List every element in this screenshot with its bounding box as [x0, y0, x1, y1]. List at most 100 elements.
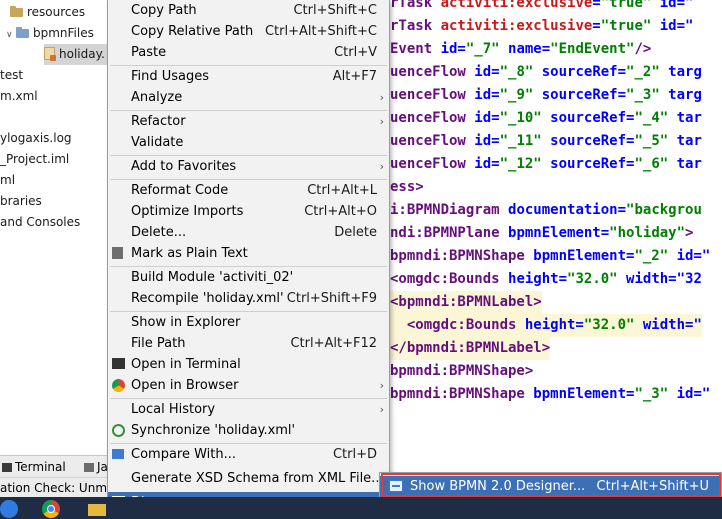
- menu-item-label: Show BPMN 2.0 Designer...: [410, 479, 586, 494]
- menu-item-compare-with[interactable]: Compare With... Ctrl+D: [108, 444, 389, 465]
- tree-item-label: braries: [0, 194, 42, 208]
- code-token: <omgdc:Bounds: [390, 271, 509, 287]
- menu-item-show-in-explorer[interactable]: Show in Explorer: [108, 312, 389, 333]
- menu-item-label: Optimize Imports: [131, 204, 244, 219]
- windows-taskbar: [0, 497, 722, 519]
- code-token: Event: [390, 41, 441, 57]
- code-token: "backgrou: [626, 202, 702, 218]
- menu-item-label: Analyze: [131, 90, 183, 105]
- menu-item-add-to-favorites[interactable]: Add to Favorites ›: [108, 156, 389, 177]
- menu-item-generate-xsd-schema-from-xml-file[interactable]: Generate XSD Schema from XML File...: [108, 468, 389, 489]
- menu-item-optimize-imports[interactable]: Optimize Imports Ctrl+Alt+O: [108, 201, 389, 222]
- context-menu: Copy Path Ctrl+Shift+C Copy Relative Path C…: [107, 0, 390, 512]
- menu-item-refactor[interactable]: Refactor ›: [108, 111, 389, 132]
- menu-item-label: Open in Terminal: [131, 357, 241, 372]
- code-token: />: [634, 41, 652, 57]
- tree-item[interactable]: _Project.iml: [0, 149, 108, 170]
- tree-item[interactable]: resources: [0, 2, 108, 23]
- menu-item-copy-path[interactable]: Copy Path Ctrl+Shift+C: [108, 0, 389, 21]
- folder-icon: [10, 6, 23, 17]
- menu-item-delete[interactable]: Delete... Delete: [108, 222, 389, 243]
- tree-item[interactable]: m.xml: [0, 86, 108, 107]
- code-token: >: [685, 225, 694, 241]
- tree-item[interactable]: holiday.: [44, 44, 108, 65]
- code-token: i:BPMNDiagram: [390, 202, 509, 218]
- menu-item-label: Open in Browser: [131, 378, 239, 393]
- code-token: targ: [659, 64, 702, 80]
- browser-icon: [112, 379, 125, 392]
- tree-item-label: and Consoles: [0, 215, 81, 229]
- menu-item-open-in-terminal[interactable]: Open in Terminal: [108, 354, 389, 375]
- code-token: bpmnElement=: [533, 248, 635, 264]
- menu-item-find-usages[interactable]: Find Usages Alt+F7: [108, 66, 389, 87]
- tree-item-label: holiday.: [59, 47, 105, 61]
- code-line: uenceFlow id="_10" sourceRef="_4" tar: [390, 107, 702, 130]
- sync-icon: [112, 424, 125, 437]
- tree-item[interactable]: and Consoles: [0, 212, 108, 233]
- code-token: uenceFlow: [390, 110, 475, 126]
- explorer-icon[interactable]: [88, 504, 106, 516]
- tab-terminal[interactable]: Terminal: [2, 456, 66, 478]
- code-token: "_8": [499, 64, 534, 80]
- code-token: "holiday": [609, 225, 686, 241]
- menu-item-label: Generate XSD Schema from XML File...: [131, 471, 384, 486]
- code-token: "_3": [626, 87, 660, 103]
- tree-item-label: ml: [0, 173, 16, 187]
- xml-file-icon: [44, 47, 56, 61]
- menu-item-mark-as-plain-text[interactable]: Mark as Plain Text: [108, 243, 389, 264]
- menu-item-reformat-code[interactable]: Reformat Code Ctrl+Alt+L: [108, 180, 389, 201]
- code-token: tar: [668, 156, 702, 172]
- menu-item-show-bpmn-designer[interactable]: Show BPMN 2.0 Designer... Ctrl+Alt+Shift+…: [380, 476, 721, 497]
- chrome-icon[interactable]: [42, 500, 60, 518]
- menu-item-file-path[interactable]: File Path Ctrl+Alt+F12: [108, 333, 389, 354]
- menu-item-validate[interactable]: Validate: [108, 132, 389, 153]
- code-token: "true": [600, 0, 652, 11]
- compare-icon: [112, 449, 124, 459]
- tree-item[interactable]: ml: [0, 170, 108, 191]
- code-token: tar: [668, 133, 702, 149]
- tree-item[interactable]: [0, 107, 108, 128]
- code-token: targ: [659, 87, 702, 103]
- tree-item-label: bpmnFiles: [33, 26, 94, 40]
- menu-item-shortcut: Ctrl+Shift+C: [293, 3, 377, 18]
- status-bar-text: ation Check: Unma: [0, 477, 108, 498]
- code-token: rTask: [390, 18, 441, 34]
- code-line: uenceFlow id="_12" sourceRef="_6" tar: [390, 153, 702, 176]
- menu-item-label: Build Module 'activiti_02': [131, 270, 294, 285]
- menu-item-build-module-activiti-02[interactable]: Build Module 'activiti_02': [108, 267, 389, 288]
- tree-item[interactable]: ∨ bpmnFiles: [6, 23, 108, 44]
- tab-terminal-label: Terminal: [15, 460, 66, 474]
- tree-item[interactable]: test: [0, 65, 108, 86]
- code-token: id=: [474, 87, 500, 103]
- menu-item-shortcut: Ctrl+Alt+O: [304, 204, 377, 219]
- menu-item-recompile-holiday-xml[interactable]: Recompile 'holiday.xml' Ctrl+Shift+F9: [108, 288, 389, 309]
- menu-item-analyze[interactable]: Analyze ›: [108, 87, 389, 108]
- code-token: sourceRef=: [533, 64, 627, 80]
- code-token: bpmndi:BPMNShape>: [390, 363, 534, 379]
- code-token: id=: [440, 41, 466, 57]
- ie-icon[interactable]: [0, 500, 18, 518]
- tree-item[interactable]: braries: [0, 191, 108, 212]
- code-token: bpmnElement=: [533, 386, 635, 402]
- menu-item-local-history[interactable]: Local History ›: [108, 399, 389, 420]
- menu-item-paste[interactable]: Paste Ctrl+V: [108, 42, 389, 63]
- code-token: id=": [668, 248, 711, 264]
- menu-item-label: Reformat Code: [131, 183, 229, 198]
- chevron-down-icon[interactable]: ∨: [6, 25, 16, 46]
- code-token: <bpmndi:BPMNLabel>: [390, 294, 542, 310]
- code-token: "_7": [465, 41, 500, 57]
- chevron-right-icon: ›: [379, 379, 384, 392]
- code-line: uenceFlow id="_11" sourceRef="_5" tar: [390, 130, 702, 153]
- menu-item-open-in-browser[interactable]: Open in Browser ›: [108, 375, 389, 396]
- code-token: tar: [668, 110, 702, 126]
- tree-item-label: resources: [27, 5, 86, 19]
- menu-item-label: Synchronize 'holiday.xml': [131, 423, 296, 438]
- menu-item-label: Local History: [131, 402, 216, 417]
- code-token: "_12": [499, 156, 542, 172]
- tree-item[interactable]: ylogaxis.log: [0, 128, 108, 149]
- tab-java[interactable]: Ja: [84, 456, 108, 478]
- tree-item-label: test: [0, 68, 24, 82]
- menu-item-synchronize-holiday-xml[interactable]: Synchronize 'holiday.xml': [108, 420, 389, 441]
- code-token: "_4": [634, 110, 669, 126]
- menu-item-copy-relative-path[interactable]: Copy Relative Path Ctrl+Alt+Shift+C: [108, 21, 389, 42]
